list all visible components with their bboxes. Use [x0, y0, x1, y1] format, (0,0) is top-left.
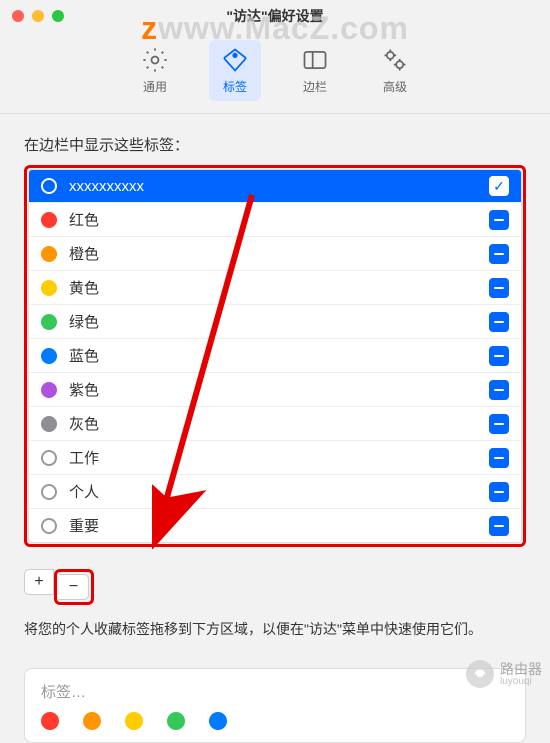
tag-color-dot	[41, 246, 57, 262]
tab-advanced[interactable]: 高级	[369, 40, 421, 101]
tag-row[interactable]: 重要	[29, 509, 521, 542]
tag-row[interactable]: xxxxxxxxxx ✓	[29, 170, 521, 203]
tag-row[interactable]: 工作	[29, 441, 521, 475]
tab-general[interactable]: 通用	[129, 40, 181, 101]
tag-icon	[221, 46, 249, 74]
tag-checkbox[interactable]	[489, 380, 509, 400]
tag-checkbox[interactable]	[489, 210, 509, 230]
tag-color-dot	[41, 314, 57, 330]
tab-sidebar[interactable]: 边栏	[289, 40, 341, 101]
window-title: "访达"偏好设置	[226, 6, 323, 26]
tag-checkbox[interactable]	[489, 278, 509, 298]
remove-button[interactable]: −	[59, 574, 89, 600]
gears-icon	[381, 46, 409, 74]
favorite-color-dot[interactable]	[209, 712, 227, 730]
tag-color-dot	[41, 518, 57, 534]
tag-name: 个人	[69, 481, 477, 502]
tag-color-dot	[41, 416, 57, 432]
titlebar: "访达"偏好设置	[0, 0, 550, 32]
tag-name: 橙色	[69, 243, 477, 264]
tag-row[interactable]: 个人	[29, 475, 521, 509]
favorite-color-dot[interactable]	[167, 712, 185, 730]
add-button[interactable]: +	[24, 569, 54, 595]
tag-name: 工作	[69, 447, 477, 468]
tag-color-dot	[41, 348, 57, 364]
tag-checkbox[interactable]	[489, 244, 509, 264]
tag-color-dot	[41, 178, 57, 194]
tag-color-dot	[41, 484, 57, 500]
section-label: 在边栏中显示这些标签：	[24, 134, 526, 155]
tag-name: 黄色	[69, 277, 477, 298]
tag-checkbox[interactable]	[489, 346, 509, 366]
side-watermark: 路由器 luyouqi	[466, 660, 542, 688]
help-text: 将您的个人收藏标签拖移到下方区域，以便在"访达"菜单中快速使用它们。	[24, 619, 526, 640]
favorites-panel[interactable]: 标签…	[24, 668, 526, 743]
tag-name: 绿色	[69, 311, 477, 332]
router-icon	[466, 660, 494, 688]
tag-name: xxxxxxxxxx	[69, 178, 477, 195]
button-bar: + −	[24, 569, 526, 605]
favorite-color-dot[interactable]	[83, 712, 101, 730]
toolbar: 通用 标签 边栏 高级	[0, 32, 550, 114]
tag-checkbox[interactable]	[489, 448, 509, 468]
tag-name: 蓝色	[69, 345, 477, 366]
tag-list: xxxxxxxxxx ✓ 红色橙色黄色绿色蓝色紫色灰色工作个人重要	[28, 169, 522, 543]
sidebar-icon	[301, 46, 329, 74]
tag-row[interactable]: 紫色	[29, 373, 521, 407]
tag-row[interactable]: 灰色	[29, 407, 521, 441]
content: 在边栏中显示这些标签： xxxxxxxxxx ✓ 红色橙色黄色绿色蓝色紫色灰色工作个…	[0, 114, 550, 650]
tag-checkbox[interactable]	[489, 482, 509, 502]
favorites-label: 标签…	[41, 681, 509, 702]
window-controls	[12, 10, 64, 22]
tab-tags[interactable]: 标签	[209, 40, 261, 101]
tag-color-dot	[41, 450, 57, 466]
tag-checkbox[interactable]	[489, 312, 509, 332]
favorites-dots	[41, 712, 509, 730]
tag-color-dot	[41, 280, 57, 296]
favorite-color-dot[interactable]	[41, 712, 59, 730]
tag-checkbox[interactable]: ✓	[489, 176, 509, 196]
tag-name: 重要	[69, 515, 477, 536]
highlight-selected-row: xxxxxxxxxx ✓ 红色橙色黄色绿色蓝色紫色灰色工作个人重要	[24, 165, 526, 547]
zoom-icon[interactable]	[52, 10, 64, 22]
tag-row[interactable]: 橙色	[29, 237, 521, 271]
tag-color-dot	[41, 382, 57, 398]
gear-icon	[141, 46, 169, 74]
minimize-icon[interactable]	[32, 10, 44, 22]
tag-color-dot	[41, 212, 57, 228]
tag-row[interactable]: 绿色	[29, 305, 521, 339]
tag-checkbox[interactable]	[489, 414, 509, 434]
tag-name: 紫色	[69, 379, 477, 400]
tag-name: 灰色	[69, 413, 477, 434]
tag-checkbox[interactable]	[489, 516, 509, 536]
close-icon[interactable]	[12, 10, 24, 22]
tag-name: 红色	[69, 209, 477, 230]
tag-row[interactable]: 红色	[29, 203, 521, 237]
highlight-remove: −	[54, 569, 94, 605]
favorite-color-dot[interactable]	[125, 712, 143, 730]
tag-row[interactable]: 黄色	[29, 271, 521, 305]
tag-row[interactable]: 蓝色	[29, 339, 521, 373]
